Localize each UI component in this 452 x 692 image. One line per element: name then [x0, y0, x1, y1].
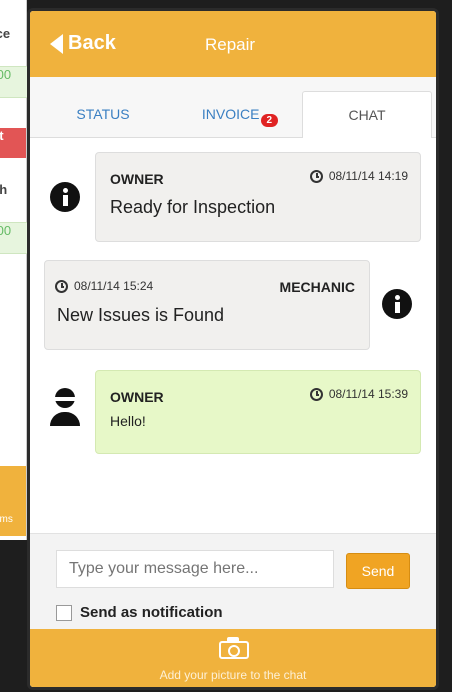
message-time-text: 08/11/14 14:19: [328, 169, 408, 183]
top-bar: Back Repair: [30, 11, 436, 77]
page-title: Repair: [205, 35, 256, 54]
message-time-text: 08/11/14 15:24: [74, 279, 154, 293]
tab-status-label: STATUS: [76, 106, 130, 122]
message-text: Hello!: [110, 413, 146, 429]
message-time: 08/11/14 14:19: [309, 169, 408, 183]
background-bottom-bar: ems: [0, 466, 26, 536]
info-icon: [50, 182, 80, 212]
tab-chat-label: CHAT: [348, 107, 386, 123]
add-picture-label: Add your picture to the chat: [159, 668, 307, 682]
app-window: Back Repair STATUS INVOICE 2 CHAT OWNER …: [27, 8, 439, 690]
message-time: 08/11/14 15:39: [309, 387, 408, 401]
info-icon: [382, 289, 412, 319]
tab-invoice-label: INVOICE: [201, 106, 260, 122]
add-picture-button[interactable]: Add your picture to the chat: [30, 629, 436, 687]
chat-area[interactable]: OWNER 08/11/14 14:19 Ready for Inspectio…: [30, 138, 436, 533]
send-as-notification-checkbox[interactable]: [56, 604, 72, 621]
message-text: New Issues is Found: [57, 305, 225, 325]
message-sender: OWNER: [110, 171, 164, 187]
back-arrow-icon: [50, 33, 63, 54]
background-text: ct: [0, 128, 26, 158]
composer: Send Send as notification: [30, 533, 436, 630]
background-text: ems: [0, 514, 13, 525]
message-sender: MECHANIC: [279, 279, 355, 295]
chat-message: OWNER 08/11/14 14:19 Ready for Inspectio…: [95, 152, 421, 242]
chat-message: 08/11/14 15:24 MECHANIC New Issues is Fo…: [44, 260, 370, 350]
notification-option: Send as notification: [56, 604, 223, 621]
message-time: 08/11/14 15:24: [55, 279, 153, 293]
notification-label: Send as notification: [80, 604, 223, 621]
message-input[interactable]: [56, 550, 334, 588]
chat-message: OWNER 08/11/14 15:39 Hello!: [95, 370, 421, 454]
clock-icon: [55, 279, 68, 293]
back-button[interactable]: Back: [50, 32, 116, 55]
camera-icon: [219, 637, 249, 659]
background-text: ice: [0, 26, 26, 56]
clock-icon: [309, 169, 323, 183]
tab-status[interactable]: STATUS: [38, 91, 168, 137]
tab-chat[interactable]: CHAT: [302, 91, 432, 138]
background-text: 1h: [0, 182, 26, 212]
background-window: ice .00 ct 1h .00 ems: [0, 0, 28, 540]
background-text: .00: [0, 222, 28, 254]
invoice-count-badge: 2: [260, 113, 279, 127]
message-text: Ready for Inspection: [110, 197, 276, 217]
clock-icon: [309, 387, 323, 401]
send-button[interactable]: Send: [346, 553, 410, 589]
tab-invoice[interactable]: INVOICE 2: [170, 91, 310, 137]
tab-bar: STATUS INVOICE 2 CHAT: [30, 77, 436, 138]
avatar-icon: [50, 388, 80, 428]
message-sender: OWNER: [110, 389, 164, 405]
message-time-text: 08/11/14 15:39: [328, 387, 408, 401]
back-label: Back: [68, 32, 116, 54]
background-text: .00: [0, 66, 28, 98]
